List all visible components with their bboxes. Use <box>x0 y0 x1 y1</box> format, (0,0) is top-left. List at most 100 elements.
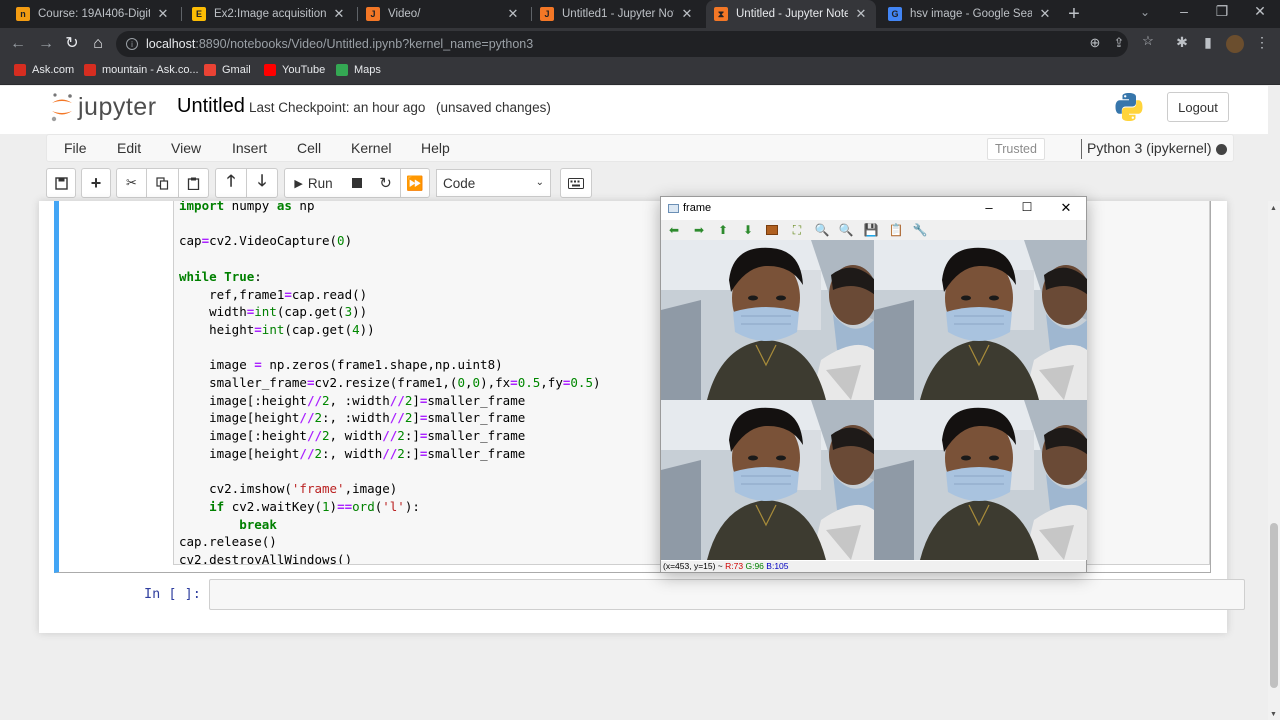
webcam-frame-image[interactable] <box>660 239 1091 561</box>
pan-left-icon[interactable]: ⬅ <box>667 223 681 237</box>
code-cell-empty[interactable]: In [ ]: <box>93 579 1245 611</box>
scroll-up-icon[interactable]: ▲ <box>1270 205 1277 212</box>
zoom-reset-icon[interactable] <box>765 223 779 237</box>
browser-tab[interactable]: Ghsv image - Google Search ✕ <box>880 0 1060 28</box>
restart-icon: ↻ <box>379 175 392 192</box>
tab-favicon-icon: J <box>366 7 380 21</box>
trusted-indicator[interactable]: Trusted <box>987 138 1045 160</box>
browser-tab[interactable]: n Course: 19AI406-Digital Ima ✕ <box>8 0 178 28</box>
tab-search-icon[interactable]: ⌄ <box>1140 5 1150 19</box>
menu-edit[interactable]: Edit <box>117 140 141 156</box>
restart-run-all-button[interactable]: ⏩ <box>400 168 430 198</box>
frame-close-icon[interactable]: ✕ <box>1057 200 1075 216</box>
zoom-icon[interactable]: ⊕ <box>1086 35 1104 51</box>
frame-minimize-icon[interactable]: – <box>980 200 998 215</box>
cell-type-select[interactable]: Code ⌄ <box>436 169 551 197</box>
keyboard-icon <box>568 177 584 189</box>
side-panel-icon[interactable]: ▮ <box>1198 34 1218 51</box>
bookmark-item[interactable]: Maps <box>336 64 381 76</box>
empty-code-editor[interactable] <box>209 579 1245 610</box>
browser-tab[interactable]: J Untitled1 - Jupyter Noteboo ✕ <box>532 0 702 28</box>
cell-type-value: Code <box>443 175 476 191</box>
pan-down-icon[interactable]: ⬇ <box>741 223 755 237</box>
zoom-fit-icon[interactable]: ⛶ <box>790 223 804 237</box>
menu-cell[interactable]: Cell <box>297 140 321 156</box>
jupyter-logo[interactable]: jupyter <box>50 92 157 122</box>
address-bar[interactable]: i localhost:8890/notebooks/Video/Untitle… <box>116 31 1128 57</box>
code-line: cv2.imshow('frame',image) <box>179 481 398 497</box>
tab-favicon-icon: J <box>540 7 554 21</box>
zoom-in-icon[interactable]: 🔍 <box>815 223 830 237</box>
new-tab-button[interactable]: + <box>1064 4 1084 24</box>
reload-icon[interactable]: ↻ <box>62 34 82 54</box>
jupyter-header: jupyter Untitled Last Checkpoint: an hou… <box>0 86 1268 134</box>
save-image-icon[interactable]: 💾 <box>864 223 879 237</box>
site-info-icon[interactable]: i <box>126 38 138 50</box>
menu-view[interactable]: View <box>171 140 201 156</box>
window-app-icon <box>668 204 679 213</box>
move-down-button[interactable]: 🡓 <box>246 168 278 198</box>
tab-favicon-icon: G <box>888 7 902 21</box>
tab-close-icon[interactable]: ✕ <box>506 6 520 22</box>
scissors-icon: ✂ <box>126 175 137 190</box>
bookmark-item[interactable]: Gmail <box>204 64 251 76</box>
notebook-menubar: File Edit View Insert Cell Kernel Help T… <box>46 134 1234 162</box>
move-up-button[interactable]: 🡑 <box>215 168 247 198</box>
menu-help[interactable]: Help <box>421 140 450 156</box>
tab-close-icon[interactable]: ✕ <box>854 6 868 22</box>
copy-icon <box>156 176 169 190</box>
home-icon[interactable]: ⌂ <box>88 34 108 54</box>
code-text: import numpy as np cap=cv2.VideoCapture(… <box>179 201 601 564</box>
bookmark-item[interactable]: YouTube <box>264 64 325 76</box>
run-button[interactable]: ▶ Run <box>284 168 343 198</box>
frame-window-titlebar[interactable]: frame – ☐ ✕ <box>661 197 1086 220</box>
share-icon[interactable]: ⇪ <box>1110 35 1128 51</box>
jupyter-wordmark: jupyter <box>78 92 157 121</box>
pan-up-icon[interactable]: ⬆ <box>716 223 730 237</box>
menu-kernel[interactable]: Kernel <box>351 140 391 156</box>
restore-window-icon[interactable]: ❐ <box>1212 3 1232 20</box>
tab-close-icon[interactable]: ✕ <box>156 6 170 22</box>
tab-favicon-icon: E <box>192 7 206 21</box>
tab-close-icon[interactable]: ✕ <box>1038 6 1052 22</box>
insert-cell-button[interactable]: + <box>81 168 111 198</box>
paste-button[interactable] <box>178 168 209 198</box>
save-button[interactable] <box>46 168 76 198</box>
cut-button[interactable]: ✂ <box>116 168 147 198</box>
command-palette-button[interactable] <box>560 168 592 198</box>
notebook-name[interactable]: Untitled <box>177 95 245 118</box>
browser-tab[interactable]: ⧗ Untitled - Jupyter Noteboo ✕ <box>706 0 876 28</box>
browser-tab[interactable]: E Ex2:Image acquisition from ✕ <box>184 0 354 28</box>
profile-avatar[interactable] <box>1226 35 1244 53</box>
scrollbar-thumb[interactable] <box>1270 523 1278 688</box>
jupyter-logo-icon <box>51 93 72 122</box>
opencv-frame-window[interactable]: frame – ☐ ✕ ⬅ ➡ ⬆ ⬇ ⛶ 🔍 🔍 💾 📋 🔧 (x=453, … <box>660 196 1091 573</box>
bookmark-item[interactable]: Ask.com <box>14 64 74 76</box>
scroll-down-icon[interactable]: ▼ <box>1270 711 1277 718</box>
kernel-status-icon <box>1216 144 1227 155</box>
menu-file[interactable]: File <box>64 140 87 156</box>
menu-insert[interactable]: Insert <box>232 140 267 156</box>
bookmark-item[interactable]: mountain - Ask.co... <box>84 64 199 76</box>
page-scrollbar[interactable]: ▲ ▼ <box>1268 201 1280 720</box>
back-icon[interactable]: ← <box>8 34 28 54</box>
extensions-icon[interactable]: ✱ <box>1172 34 1192 51</box>
zoom-out-icon[interactable]: 🔍 <box>839 223 854 237</box>
copy-button[interactable] <box>147 168 179 198</box>
browser-tab[interactable]: J Video/ ✕ <box>358 0 528 28</box>
interrupt-button[interactable] <box>342 168 372 198</box>
frame-maximize-icon[interactable]: ☐ <box>1018 200 1036 214</box>
copy-image-icon[interactable]: 📋 <box>889 223 904 237</box>
tab-close-icon[interactable]: ✕ <box>680 6 694 22</box>
pan-right-icon[interactable]: ➡ <box>692 223 706 237</box>
bookmark-star-icon[interactable]: ☆ <box>1139 33 1157 49</box>
properties-icon[interactable]: 🔧 <box>913 223 928 237</box>
restart-button[interactable]: ↻ <box>371 168 401 198</box>
logout-button[interactable]: Logout <box>1167 92 1229 122</box>
close-window-icon[interactable]: ✕ <box>1250 3 1270 20</box>
minimize-window-icon[interactable]: – <box>1174 3 1194 19</box>
chrome-menu-icon[interactable]: ⋮ <box>1252 34 1272 51</box>
browser-tab-strip: n Course: 19AI406-Digital Ima ✕ E Ex2:Image … <box>0 0 1280 28</box>
tab-close-icon[interactable]: ✕ <box>332 6 346 22</box>
forward-icon[interactable]: → <box>36 34 56 54</box>
